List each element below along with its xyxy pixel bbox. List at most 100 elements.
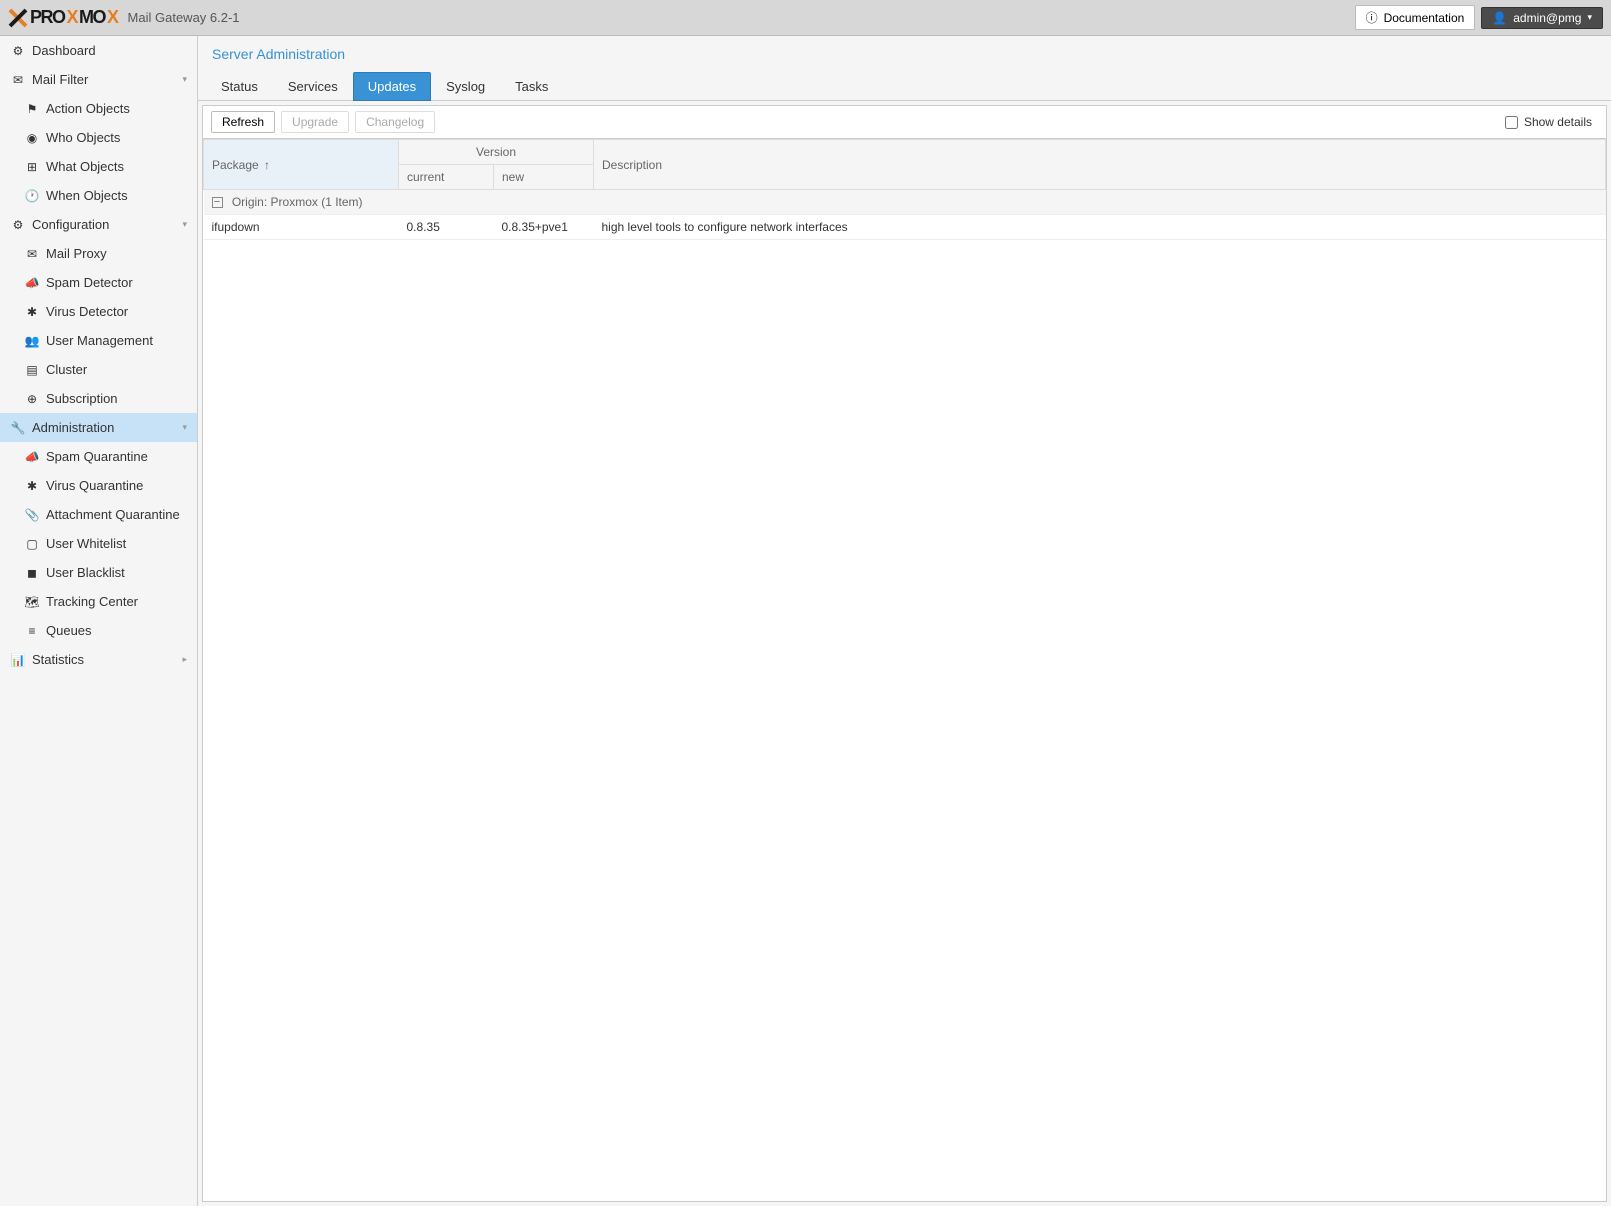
nav-mail-proxy[interactable]: ✉ Mail Proxy (0, 239, 197, 268)
breadcrumb-link[interactable]: Server Administration (212, 46, 345, 62)
nav-label: Virus Detector (46, 304, 128, 319)
nav-what-objects[interactable]: ⊞What Objects (0, 152, 197, 181)
nav-spam-quarantine[interactable]: 📣 Spam Quarantine (0, 442, 197, 471)
nav-label: Mail Proxy (46, 246, 107, 261)
nav-label: Mail Filter (32, 72, 88, 87)
nav-spam-detector[interactable]: 📣Spam Detector (0, 268, 197, 297)
proxmox-logo: PROXMOX (8, 7, 118, 28)
sidebar: ⚙ Dashboard ✉ Mail Filter ▾ ⚑Action Objects ◉ W… (0, 36, 198, 1206)
nav-mail-filter[interactable]: ✉Mail Filter▾ (0, 65, 197, 94)
cell-description: high level tools to configure network in… (594, 215, 1606, 240)
nav-label: User Blacklist (46, 565, 125, 580)
nav-label: Action Objects (46, 101, 130, 116)
subscription-icon: ⊕ (24, 392, 40, 406)
nav-user-management[interactable]: 👥 User Management (0, 326, 197, 355)
nav-who-objects[interactable]: ◉ Who Objects (0, 123, 197, 152)
table-row[interactable]: ifupdown 0.8.35 0.8.35+pve1 high level t… (204, 215, 1606, 240)
updates-grid: Package ↑ Version Description current ne… (202, 138, 1607, 1202)
administration-icon: 🔧 (10, 421, 26, 435)
tab-updates[interactable]: Updates (353, 72, 431, 101)
content-panel: Server Administration StatusServicesUpda… (198, 36, 1611, 1206)
user-blacklist-icon: ◼ (24, 566, 40, 580)
toolbar: Refresh Upgrade Changelog Show details (202, 105, 1607, 138)
who-objects-icon: ◉ (24, 131, 40, 145)
group-header-row[interactable]: − Origin: Proxmox (1 Item) (204, 190, 1606, 215)
refresh-button[interactable]: Refresh (211, 111, 275, 133)
tab-services[interactable]: Services (273, 72, 353, 101)
show-details-checkbox[interactable]: Show details (1505, 115, 1598, 129)
tab-tasks[interactable]: Tasks (500, 72, 563, 101)
show-details-input[interactable] (1505, 116, 1518, 129)
user-whitelist-icon: ▢ (24, 537, 40, 551)
nav-label: User Whitelist (46, 536, 126, 551)
group-collapse-icon[interactable]: − (212, 197, 223, 208)
nav-user-blacklist[interactable]: ◼ User Blacklist (0, 558, 197, 587)
nav-attachment-quarantine[interactable]: 📎Attachment Quarantine (0, 500, 197, 529)
user-management-icon: 👥 (24, 334, 40, 348)
mail-proxy-icon: ✉ (24, 247, 40, 261)
changelog-button[interactable]: Changelog (355, 111, 435, 133)
attachment-quarantine-icon: 📎 (24, 508, 40, 522)
nav-label: Queues (46, 623, 92, 638)
nav-label: Cluster (46, 362, 87, 377)
documentation-label: Documentation (1384, 11, 1465, 25)
tab-status[interactable]: Status (206, 72, 273, 101)
nav-queues[interactable]: ≡ Queues (0, 616, 197, 645)
nav-label: Dashboard (32, 43, 96, 58)
spam-detector-icon: 📣 (24, 276, 40, 290)
nav-statistics[interactable]: 📊Statistics▸ (0, 645, 197, 674)
top-bar: PROXMOX Mail Gateway 6.2-1 ⓘ Documentati… (0, 0, 1611, 36)
cell-new: 0.8.35+pve1 (494, 215, 594, 240)
col-description[interactable]: Description (594, 140, 1606, 190)
sort-asc-icon: ↑ (264, 158, 270, 172)
what-objects-icon: ⊞ (24, 160, 40, 174)
nav-action-objects[interactable]: ⚑Action Objects (0, 94, 197, 123)
configuration-icon: ⚙ (10, 218, 26, 232)
user-menu-button[interactable]: 👤 admin@pmg ▾ (1481, 7, 1603, 29)
logo-x-icon (8, 8, 28, 28)
nav-virus-quarantine[interactable]: ✱ Virus Quarantine (0, 471, 197, 500)
chevron-down-icon: ▾ (182, 219, 187, 230)
chevron-down-icon: ▾ (182, 422, 187, 433)
dashboard-icon: ⚙ (10, 44, 26, 58)
upgrade-button[interactable]: Upgrade (281, 111, 349, 133)
documentation-button[interactable]: ⓘ Documentation (1355, 5, 1476, 30)
nav-label: Virus Quarantine (46, 478, 143, 493)
cell-package: ifupdown (204, 215, 399, 240)
nav-administration[interactable]: 🔧Administration▾ (0, 413, 197, 442)
chevron-down-icon: ▾ (1587, 12, 1592, 23)
nav-virus-detector[interactable]: ✱Virus Detector (0, 297, 197, 326)
nav-subscription[interactable]: ⊕ Subscription (0, 384, 197, 413)
info-icon: ⓘ (1366, 9, 1378, 26)
nav-when-objects[interactable]: 🕐When Objects (0, 181, 197, 210)
cluster-icon: ▤ (24, 363, 40, 377)
chevron-down-icon: ▾ (182, 74, 187, 85)
nav-label: Subscription (46, 391, 118, 406)
nav-configuration[interactable]: ⚙Configuration▾ (0, 210, 197, 239)
nav-label: Spam Quarantine (46, 449, 148, 464)
nav-tracking-center[interactable]: 🗺Tracking Center (0, 587, 197, 616)
nav-label: Who Objects (46, 130, 120, 145)
virus-quarantine-icon: ✱ (24, 479, 40, 493)
nav-dashboard[interactable]: ⚙ Dashboard (0, 36, 197, 65)
statistics-icon: 📊 (10, 653, 26, 667)
col-new[interactable]: new (494, 165, 594, 190)
spam-quarantine-icon: 📣 (24, 450, 40, 464)
col-package[interactable]: Package ↑ (204, 140, 399, 190)
show-details-label: Show details (1524, 115, 1592, 129)
cell-current: 0.8.35 (399, 215, 494, 240)
nav-user-whitelist[interactable]: ▢ User Whitelist (0, 529, 197, 558)
queues-icon: ≡ (24, 624, 40, 638)
nav-cluster[interactable]: ▤ Cluster (0, 355, 197, 384)
col-version[interactable]: Version (399, 140, 594, 165)
col-current[interactable]: current (399, 165, 494, 190)
nav-label: User Management (46, 333, 153, 348)
group-label: Origin: Proxmox (1 Item) (232, 195, 363, 209)
user-label: admin@pmg (1513, 11, 1581, 25)
nav-label: Tracking Center (46, 594, 138, 609)
nav-label: Statistics (32, 652, 84, 667)
tab-syslog[interactable]: Syslog (431, 72, 500, 101)
nav-label: When Objects (46, 188, 128, 203)
breadcrumb: Server Administration (198, 36, 1611, 72)
product-title: Mail Gateway 6.2-1 (128, 10, 240, 25)
